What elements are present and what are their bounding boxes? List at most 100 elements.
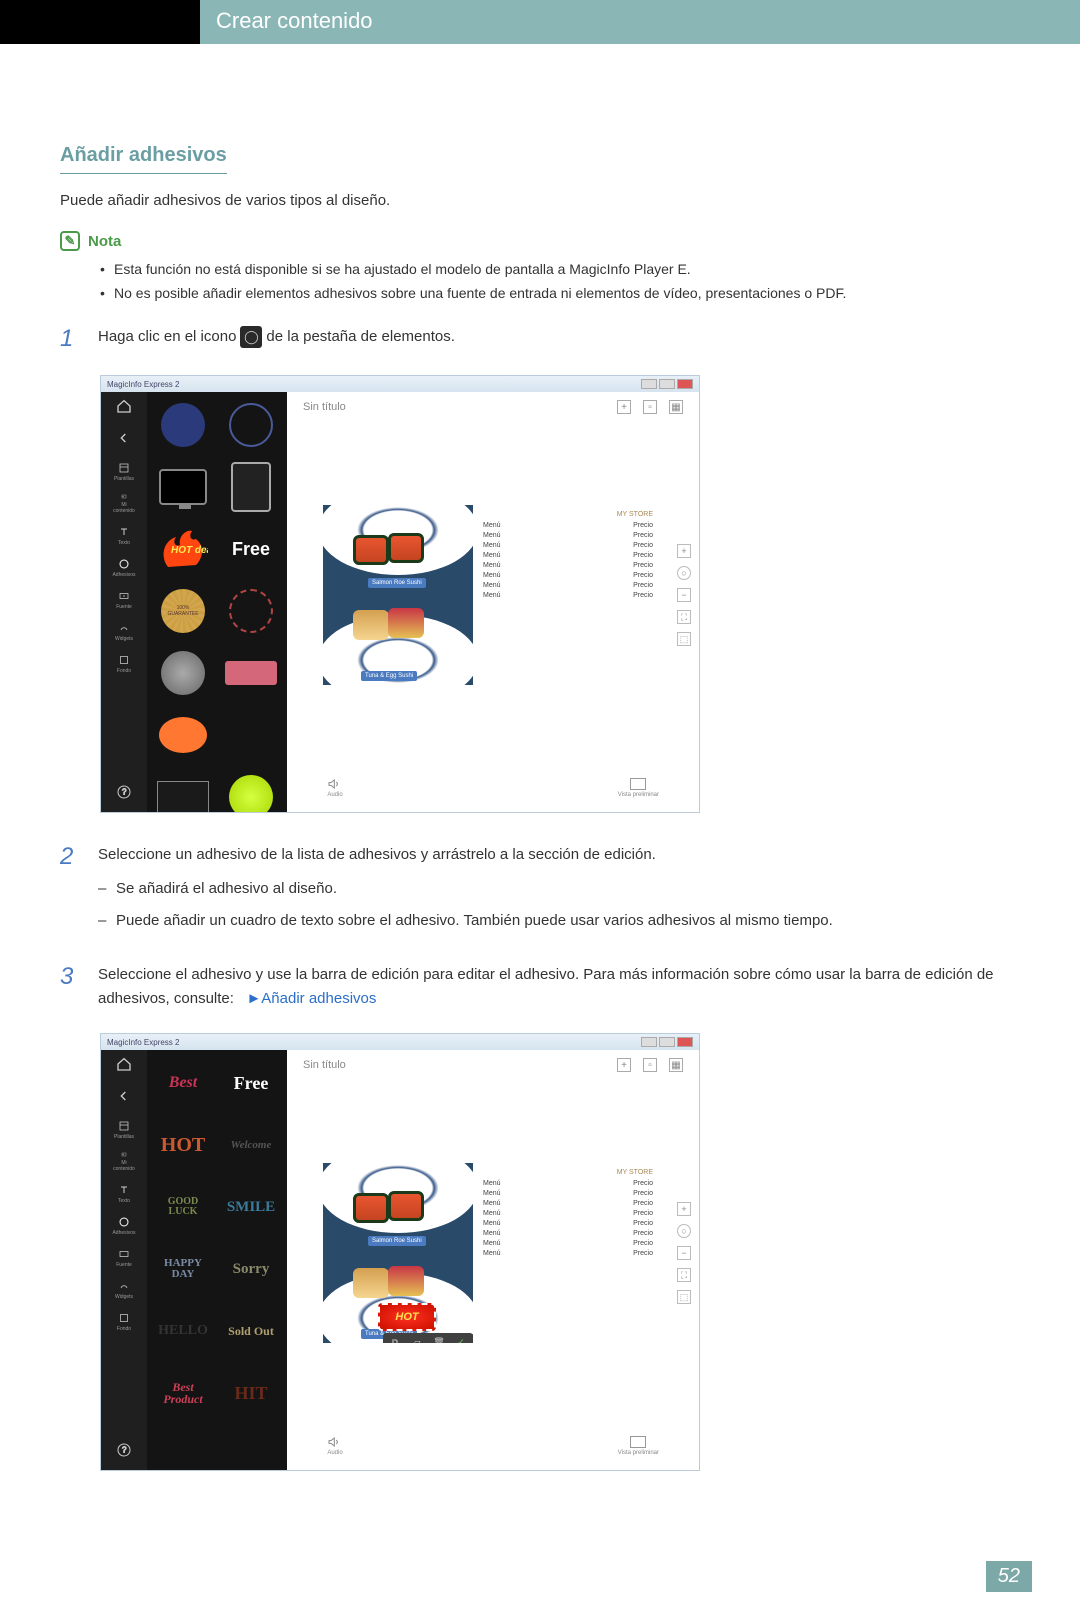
sticker-item[interactable] [221,708,281,762]
store-name: MY STORE [483,1169,653,1176]
sticker-item[interactable]: SMILE [221,1180,281,1234]
sticker-item[interactable]: Free [221,522,281,576]
sticker-item[interactable] [221,460,281,514]
sticker-item[interactable] [153,708,213,762]
add-icon[interactable]: + [617,400,631,414]
home-icon[interactable] [114,1056,134,1076]
expand-icon[interactable]: ⛶ [677,610,691,624]
layer-icon[interactable]: ▱ [411,1336,423,1343]
header-spacer [0,0,200,44]
widgets-icon[interactable]: Widgets [114,1280,134,1300]
store-name: MY STORE [483,511,653,518]
lock-icon[interactable]: ⬚ [677,632,691,646]
fit-icon[interactable]: ○ [677,566,691,580]
minimize-button[interactable] [641,1037,657,1047]
back-icon[interactable] [114,1088,134,1108]
text-icon[interactable]: Texto [114,1184,134,1204]
background-icon[interactable]: Fondo [114,1312,134,1332]
stickers-icon[interactable]: Adhesivos [114,558,134,578]
sushi-label: Salmon Roe Sushi [368,1236,426,1246]
sticker-item[interactable]: HOT [153,1118,213,1172]
save-icon[interactable]: ▫ [643,1058,657,1072]
background-icon[interactable]: Fondo [114,654,134,674]
text-icon[interactable]: Texto [114,526,134,546]
sticker-panel: HOT deal Free 100% GUARANTEE [147,392,287,812]
sticker-item[interactable]: Sold Out [221,1304,281,1358]
zoom-in-icon[interactable]: + [677,544,691,558]
sticker-item[interactable] [221,770,281,812]
sticker-item[interactable] [153,770,213,812]
layout-content: Salmon Roe Sushi Tuna & Egg Sushi MY STO… [323,505,663,685]
sushi-label: Tuna & Egg Sushi [361,671,417,681]
preview-icon[interactable]: Vista preliminar [618,778,659,798]
cross-reference-link[interactable]: Añadir adhesivos [261,990,376,1007]
add-icon[interactable]: + [617,1058,631,1072]
help-icon[interactable]: ? [114,784,134,804]
sticker-item[interactable] [153,646,213,700]
zoom-out-icon[interactable]: − [677,1246,691,1260]
mycontent-icon[interactable]: Mi contenido [114,494,134,514]
minimize-button[interactable] [641,379,657,389]
copy-icon[interactable]: ⧉ [389,1336,401,1343]
audio-icon[interactable]: Audio [327,1436,343,1456]
intro-text: Puede añadir adhesivos de varios tipos a… [60,192,1020,209]
canvas-main[interactable]: Salmon Roe Sushi Tuna & Egg Sushi MY STO… [287,422,699,768]
sticker-item[interactable]: Welcome [221,1118,281,1172]
sticker-item[interactable] [221,646,281,700]
schedule-icon[interactable]: ▦ [669,1058,683,1072]
templates-icon[interactable]: Plantillas [114,1120,134,1140]
sticker-item[interactable]: HIT [221,1366,281,1420]
step-text: Seleccione un adhesivo de la lista de ad… [98,846,656,863]
sticker-item[interactable] [221,584,281,638]
sticker-item[interactable]: Free [221,1056,281,1110]
canvas-area: Sin título + ▫ ▦ [287,392,699,812]
maximize-button[interactable] [659,1037,675,1047]
fit-icon[interactable]: ○ [677,1224,691,1238]
back-icon[interactable] [114,430,134,450]
canvas-title: Sin título [303,401,346,413]
sticker-item[interactable] [153,398,213,452]
maximize-button[interactable] [659,379,675,389]
widgets-icon[interactable]: Widgets [114,622,134,642]
sticker-item[interactable]: 100% GUARANTEE [153,584,213,638]
sticker-item[interactable] [221,398,281,452]
page-number: 52 [986,1561,1032,1592]
sticker-item[interactable]: Best [153,1056,213,1110]
source-icon[interactable]: Fuente [114,1248,134,1268]
lock-icon[interactable]: ⬚ [677,1290,691,1304]
help-icon[interactable]: ? [114,1442,134,1462]
expand-icon[interactable]: ⛶ [677,1268,691,1282]
layout-content: Salmon Roe Sushi Tuna & Egg Sushi HOT ⧉ … [323,1163,663,1343]
schedule-icon[interactable]: ▦ [669,400,683,414]
delete-icon[interactable]: 🗑 [433,1336,445,1343]
app-body: Plantillas Mi contenido Texto Adhesivos … [101,392,699,812]
sticker-item[interactable]: HAPPY DAY [153,1242,213,1296]
app-sidebar: Plantillas Mi contenido Texto Adhesivos … [101,392,147,812]
zoom-out-icon[interactable]: − [677,588,691,602]
sticker-item[interactable]: GOOD LUCK [153,1180,213,1234]
templates-icon[interactable]: Plantillas [114,462,134,482]
note-item: No es posible añadir elementos adhesivos… [100,285,1020,301]
stickers-icon[interactable]: Adhesivos [114,1216,134,1236]
preview-icon[interactable]: Vista preliminar [618,1436,659,1456]
canvas-main[interactable]: Salmon Roe Sushi Tuna & Egg Sushi HOT ⧉ … [287,1080,699,1426]
step-number: 3 [60,963,80,991]
mycontent-icon[interactable]: Mi contenido [114,1152,134,1172]
sticker-item[interactable]: HELLO [153,1304,213,1358]
zoom-in-icon[interactable]: + [677,1202,691,1216]
close-button[interactable] [677,1037,693,1047]
save-icon[interactable]: ▫ [643,400,657,414]
home-icon[interactable] [114,398,134,418]
sticker-item[interactable]: HOT deal [153,522,213,576]
audio-icon[interactable]: Audio [327,778,343,798]
sticker-item[interactable]: Best Product [153,1366,213,1420]
app-sidebar: Plantillas Mi contenido Texto Adhesivos … [101,1050,147,1470]
confirm-icon[interactable]: ✓ [455,1336,467,1343]
placed-sticker-hot[interactable]: HOT [378,1303,436,1331]
close-button[interactable] [677,379,693,389]
app-window: MagicInfo Express 2 Plantillas Mi conten… [100,1033,700,1471]
menu-column: MY STORE MenúPrecio MenúPrecio MenúPreci… [473,505,663,685]
sticker-item[interactable]: Sorry [221,1242,281,1296]
source-icon[interactable]: Fuente [114,590,134,610]
sticker-item[interactable] [153,460,213,514]
